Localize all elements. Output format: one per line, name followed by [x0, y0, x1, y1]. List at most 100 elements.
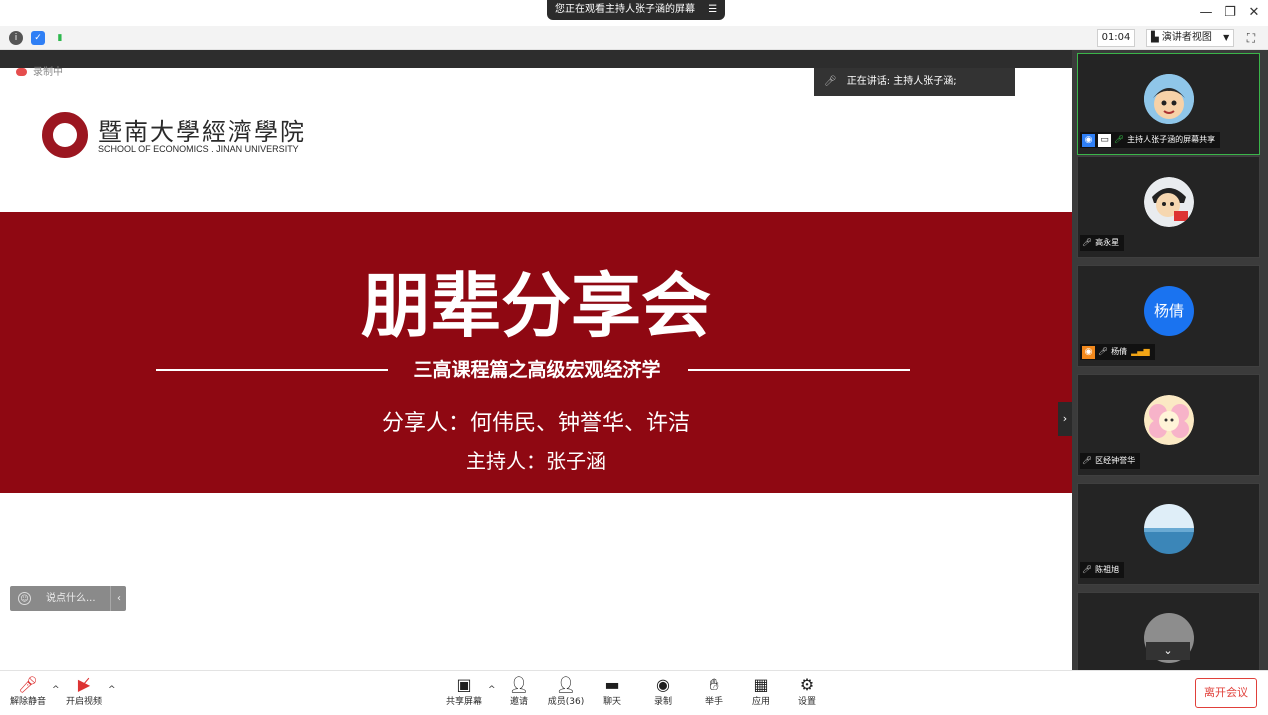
- participant-name-tag: ◉ ▭ 🎤︎ 主持人张子涵的屏幕共享: [1080, 132, 1221, 148]
- settings-label: 设置: [797, 697, 816, 707]
- add-user-icon: 👤︎: [508, 675, 530, 694]
- raise-hand-label: 举手: [704, 697, 723, 707]
- share-screen-icon: ▣: [456, 675, 472, 694]
- cloud-record-icon: [16, 68, 27, 76]
- user-icon: ◉: [1082, 346, 1095, 359]
- title-bar: 您正在观看主持人张子涵的屏幕 ☰ — ❐ ✕: [0, 0, 1268, 26]
- raise-hand-button[interactable]: ✋︎ 举手: [692, 675, 736, 715]
- signal-icon[interactable]: ▮: [53, 31, 67, 45]
- mic-active-icon: 🎤︎: [1114, 135, 1125, 144]
- minimize-button[interactable]: —: [1194, 4, 1218, 22]
- members-icon: 👤︎: [555, 675, 577, 694]
- apps-button[interactable]: ▦ 应用: [739, 675, 783, 715]
- avatar: [1144, 504, 1194, 554]
- members-button[interactable]: 👤︎ 成员(36): [544, 675, 588, 715]
- fullscreen-icon[interactable]: ⛶: [1242, 29, 1260, 47]
- chevron-right-icon[interactable]: ›: [1058, 402, 1072, 436]
- info-icon[interactable]: i: [9, 31, 23, 45]
- participant-tile[interactable]: ◉ ▭ 🎤︎ 主持人张子涵的屏幕共享: [1077, 53, 1260, 155]
- meeting-controls: 🎤︎ 解除静音 ^ ▶̸ 开启视频 ^ ▣ 共享屏幕 ^ 👤︎ 邀请 👤︎ 成员…: [0, 670, 1268, 714]
- recording-label: 录制中: [33, 67, 63, 78]
- participant-tile[interactable]: 🎤︎ 陈祖旭: [1077, 483, 1260, 585]
- share-screen-button[interactable]: ▣ 共享屏幕: [442, 675, 486, 715]
- invite-label: 邀请: [509, 697, 528, 707]
- logo-english-name: SCHOOL OF ECONOMICS . JINAN UNIVERSITY: [98, 144, 299, 154]
- mic-muted-icon: 🎤︎: [1082, 456, 1093, 465]
- shared-screen-top-strip: [0, 50, 1072, 68]
- share-screen-label: 共享屏幕: [445, 697, 482, 707]
- university-seal-icon: [42, 112, 88, 158]
- avatar: [1144, 395, 1194, 445]
- mic-muted-icon: 🎤︎: [1082, 565, 1093, 574]
- slide-subtitle: 三高课程篇之高级宏观经济学: [413, 359, 661, 381]
- chevron-down-icon: ▼: [1223, 33, 1230, 42]
- quick-chat-input[interactable]: ☺ 说点什么... ‹: [10, 586, 126, 611]
- slide-host: 主持人：张子涵: [466, 449, 606, 473]
- subtitle-rule-right: [688, 369, 910, 371]
- hand-icon: ✋︎: [709, 675, 719, 694]
- participant-name-tag: 🎤︎ 陈祖旭: [1080, 562, 1125, 578]
- record-label: 录制: [653, 697, 672, 707]
- avatar: [1144, 74, 1194, 124]
- host-user-icon: ◉: [1082, 134, 1095, 147]
- view-icon: ▙: [1151, 32, 1159, 43]
- mic-muted-icon: 🎤︎: [1082, 238, 1093, 247]
- mic-muted-icon: 🎤︎: [824, 76, 837, 87]
- record-button[interactable]: ◉ 录制: [641, 675, 685, 715]
- participant-name: 陈祖旭: [1095, 565, 1120, 574]
- chevron-down-icon[interactable]: ⌄: [1146, 642, 1190, 660]
- chevron-up-icon[interactable]: ^: [488, 685, 496, 695]
- participant-name: 区经钟誉华: [1095, 456, 1136, 465]
- chat-placeholder: 说点什么...: [46, 593, 96, 604]
- chevron-up-icon[interactable]: ^: [108, 685, 116, 695]
- participant-name-tag: 🎤︎ 高永星: [1080, 235, 1125, 251]
- subtitle-rule-left: [156, 369, 388, 371]
- share-notice-pill[interactable]: 您正在观看主持人张子涵的屏幕 ☰: [547, 0, 726, 20]
- menu-lines-icon[interactable]: ☰: [708, 4, 717, 15]
- chevron-left-icon[interactable]: ‹: [110, 586, 121, 611]
- start-video-button[interactable]: ▶̸ 开启视频: [62, 675, 106, 715]
- avatar-initials: 杨倩: [1153, 302, 1184, 320]
- shield-icon[interactable]: ✓: [31, 31, 45, 45]
- participant-name-tag: ◉ 🎤︎ 杨倩 ▂▄▆: [1080, 344, 1155, 360]
- members-label: 成员(36): [547, 697, 585, 707]
- apps-grid-icon: ▦: [753, 675, 769, 694]
- mic-muted-icon: 🎤︎: [17, 675, 39, 694]
- participant-tile[interactable]: 🎤︎ 区经钟誉华: [1077, 374, 1260, 476]
- participant-name: 主持人张子涵的屏幕共享: [1127, 135, 1216, 144]
- shared-screen: 录制中 🎤︎ 正在讲话: 主持人张子涵; 暨南大學經濟學院 SCHOOL OF E…: [0, 50, 1072, 670]
- leave-meeting-button[interactable]: 离开会议: [1195, 678, 1257, 708]
- unmute-label: 解除静音: [9, 697, 46, 707]
- mic-muted-icon: 🎤︎: [1098, 347, 1109, 356]
- slide-title-band: 朋辈分享会 三高课程篇之高级宏观经济学 分享人：何伟民、钟誉华、许洁 主持人：张…: [0, 212, 1072, 493]
- invite-button[interactable]: 👤︎ 邀请: [497, 675, 541, 715]
- speaking-indicator: 🎤︎ 正在讲话: 主持人张子涵;: [814, 68, 1015, 96]
- screen-share-icon: ▭: [1098, 134, 1111, 147]
- avatar: [1144, 177, 1194, 227]
- emoji-icon[interactable]: ☺: [18, 592, 31, 605]
- participant-name: 杨倩: [1111, 347, 1128, 356]
- meeting-timer: 01:04: [1097, 29, 1135, 47]
- participant-tile[interactable]: 🎤︎ 高永星: [1077, 156, 1260, 258]
- chat-icon: ▬: [604, 675, 620, 694]
- gear-icon: ⚙: [799, 675, 815, 694]
- participant-name: 高永星: [1095, 238, 1120, 247]
- settings-button[interactable]: ⚙ 设置: [785, 675, 829, 715]
- restore-button[interactable]: ❐: [1218, 4, 1242, 22]
- unmute-button[interactable]: 🎤︎ 解除静音: [6, 675, 50, 715]
- participant-tile[interactable]: 杨倩 ◉ 🎤︎ 杨倩 ▂▄▆: [1077, 265, 1260, 367]
- close-button[interactable]: ✕: [1242, 4, 1266, 22]
- avatar: 杨倩: [1144, 286, 1194, 336]
- meeting-toolbar: i ✓ ▮ 01:04 ▙ 演讲者视图 ▼ ⛶: [0, 26, 1268, 50]
- view-mode-dropdown[interactable]: ▙ 演讲者视图 ▼: [1146, 29, 1234, 47]
- participant-video-panel: ◉▭🎤︎主持人张子涵的屏幕共享 🎤︎高永星 杨倩 ◉🎤︎杨倩▂▄▆: [1072, 50, 1268, 670]
- recording-indicator: 录制中: [16, 63, 63, 78]
- start-video-label: 开启视频: [65, 697, 102, 707]
- slide-sharers: 分享人：何伟民、钟誉华、许洁: [381, 411, 690, 436]
- chevron-up-icon[interactable]: ^: [52, 685, 60, 695]
- apps-label: 应用: [751, 697, 770, 707]
- chat-label: 聊天: [602, 697, 621, 707]
- video-off-icon: ▶̸: [77, 675, 91, 694]
- record-icon: ◉: [656, 675, 670, 694]
- chat-button[interactable]: ▬ 聊天: [590, 675, 634, 715]
